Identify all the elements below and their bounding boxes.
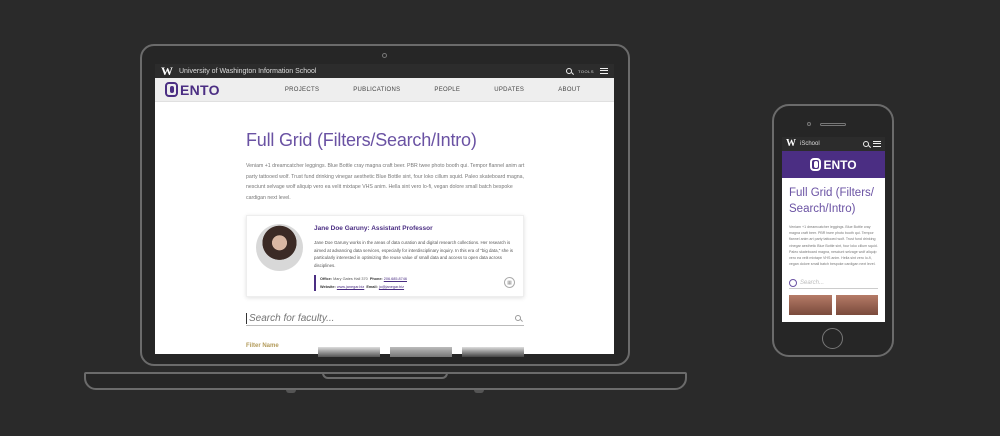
mobile-top-bar: W iSchool bbox=[782, 137, 885, 151]
nav-projects[interactable]: PROJECTS bbox=[285, 87, 319, 93]
email-label: Email: bbox=[366, 285, 378, 289]
profile-bio: Jane Doe Garuny works in the areas of da… bbox=[314, 240, 514, 268]
faculty-thumbnail[interactable] bbox=[462, 347, 524, 357]
faculty-thumbnail[interactable] bbox=[835, 295, 878, 316]
mobile-thumbnails bbox=[789, 295, 878, 316]
website-link[interactable]: www.janegar.biz bbox=[337, 285, 364, 289]
hamburger-menu-icon[interactable] bbox=[873, 141, 881, 147]
phone-home-button bbox=[822, 328, 843, 349]
phone-camera bbox=[807, 122, 811, 126]
laptop-foot bbox=[474, 390, 484, 393]
profile-card[interactable]: Jane Doe Garuny: Assistant Professor Jan… bbox=[246, 215, 524, 297]
faculty-thumbnail[interactable] bbox=[318, 347, 380, 357]
faculty-thumbnail[interactable] bbox=[390, 347, 452, 357]
tools-label[interactable]: TOOLS bbox=[578, 69, 594, 74]
ento-logo-icon bbox=[165, 82, 178, 97]
filter-label[interactable]: Filter Name bbox=[246, 343, 279, 349]
nav-people[interactable]: PEOPLE bbox=[434, 87, 460, 93]
profile-photo bbox=[256, 224, 303, 271]
main-menu: PROJECTS PUBLICATIONS PEOPLE UPDATES ABO… bbox=[285, 87, 581, 93]
brand-name: ENTO bbox=[180, 81, 220, 98]
uw-logo[interactable]: W bbox=[786, 138, 796, 150]
mobile-search-placeholder: Search... bbox=[800, 279, 825, 286]
hamburger-menu-icon[interactable] bbox=[600, 68, 608, 74]
mobile-search[interactable]: Search... bbox=[789, 277, 878, 290]
search-icon[interactable] bbox=[566, 68, 572, 74]
school-short-name[interactable]: iSchool bbox=[800, 141, 820, 147]
office-label: Office: bbox=[320, 277, 333, 281]
nav-updates[interactable]: UPDATES bbox=[494, 87, 524, 93]
mobile-logo-bar: ENTO bbox=[782, 151, 885, 178]
vcard-icon[interactable]: ▦ bbox=[504, 277, 515, 288]
mobile-page-title: Full Grid (Filters/ Search/Intro) bbox=[789, 187, 874, 215]
phone-speaker bbox=[820, 123, 846, 126]
faculty-search-input[interactable] bbox=[246, 312, 496, 324]
uw-logo[interactable]: W bbox=[161, 65, 173, 77]
faculty-search bbox=[246, 311, 524, 326]
website-label: Website: bbox=[320, 285, 336, 289]
phone-label: Phone: bbox=[369, 277, 383, 281]
site-logo[interactable]: ENTO bbox=[165, 82, 220, 98]
nav-publications[interactable]: PUBLICATIONS bbox=[353, 87, 400, 93]
laptop-notch bbox=[322, 372, 448, 379]
school-name-link[interactable]: University of Washington Information Sch… bbox=[179, 68, 316, 75]
intro-text: Veniam +1 dreamcatcher leggings. Blue Bo… bbox=[246, 163, 525, 201]
ento-logo-icon bbox=[810, 158, 822, 171]
phone-screen: W iSchool ENTO Full Grid (Filters/ Searc… bbox=[782, 137, 885, 322]
filter-icon[interactable] bbox=[789, 278, 797, 287]
nav-about[interactable]: ABOUT bbox=[558, 87, 580, 93]
profile-contact: Office: Mary Gates Hall 370 Phone: 206.6… bbox=[314, 275, 407, 291]
profile-name[interactable]: Jane Doe Garuny: Assistant Professor bbox=[314, 225, 433, 232]
site-logo[interactable]: ENTO bbox=[810, 157, 857, 172]
office-value: Mary Gates Hall 370 bbox=[333, 277, 368, 281]
email-link[interactable]: jo@janegar.biz bbox=[379, 285, 404, 289]
search-icon[interactable] bbox=[863, 141, 869, 147]
uw-top-bar: W University of Washington Information S… bbox=[155, 64, 614, 78]
page-title: Full Grid (Filters/Search/Intro) bbox=[246, 130, 477, 150]
brand-name: ENTO bbox=[823, 157, 857, 172]
mobile-intro-text: Veniam +1 dreamcatcher leggings. Blue Bo… bbox=[789, 225, 878, 267]
search-icon[interactable] bbox=[515, 315, 521, 321]
faculty-thumbnail[interactable] bbox=[789, 295, 832, 316]
phone-link[interactable]: 206.685.8746 bbox=[384, 277, 407, 281]
laptop-foot bbox=[286, 390, 296, 393]
main-content: Full Grid (Filters/Search/Intro) Veniam … bbox=[155, 130, 614, 326]
laptop-screen: W University of Washington Information S… bbox=[155, 64, 614, 354]
main-navbar: ENTO PROJECTS PUBLICATIONS PEOPLE UPDATE… bbox=[155, 78, 614, 102]
device-mockup-stage: W University of Washington Information S… bbox=[0, 0, 1000, 436]
laptop-camera bbox=[382, 53, 387, 58]
